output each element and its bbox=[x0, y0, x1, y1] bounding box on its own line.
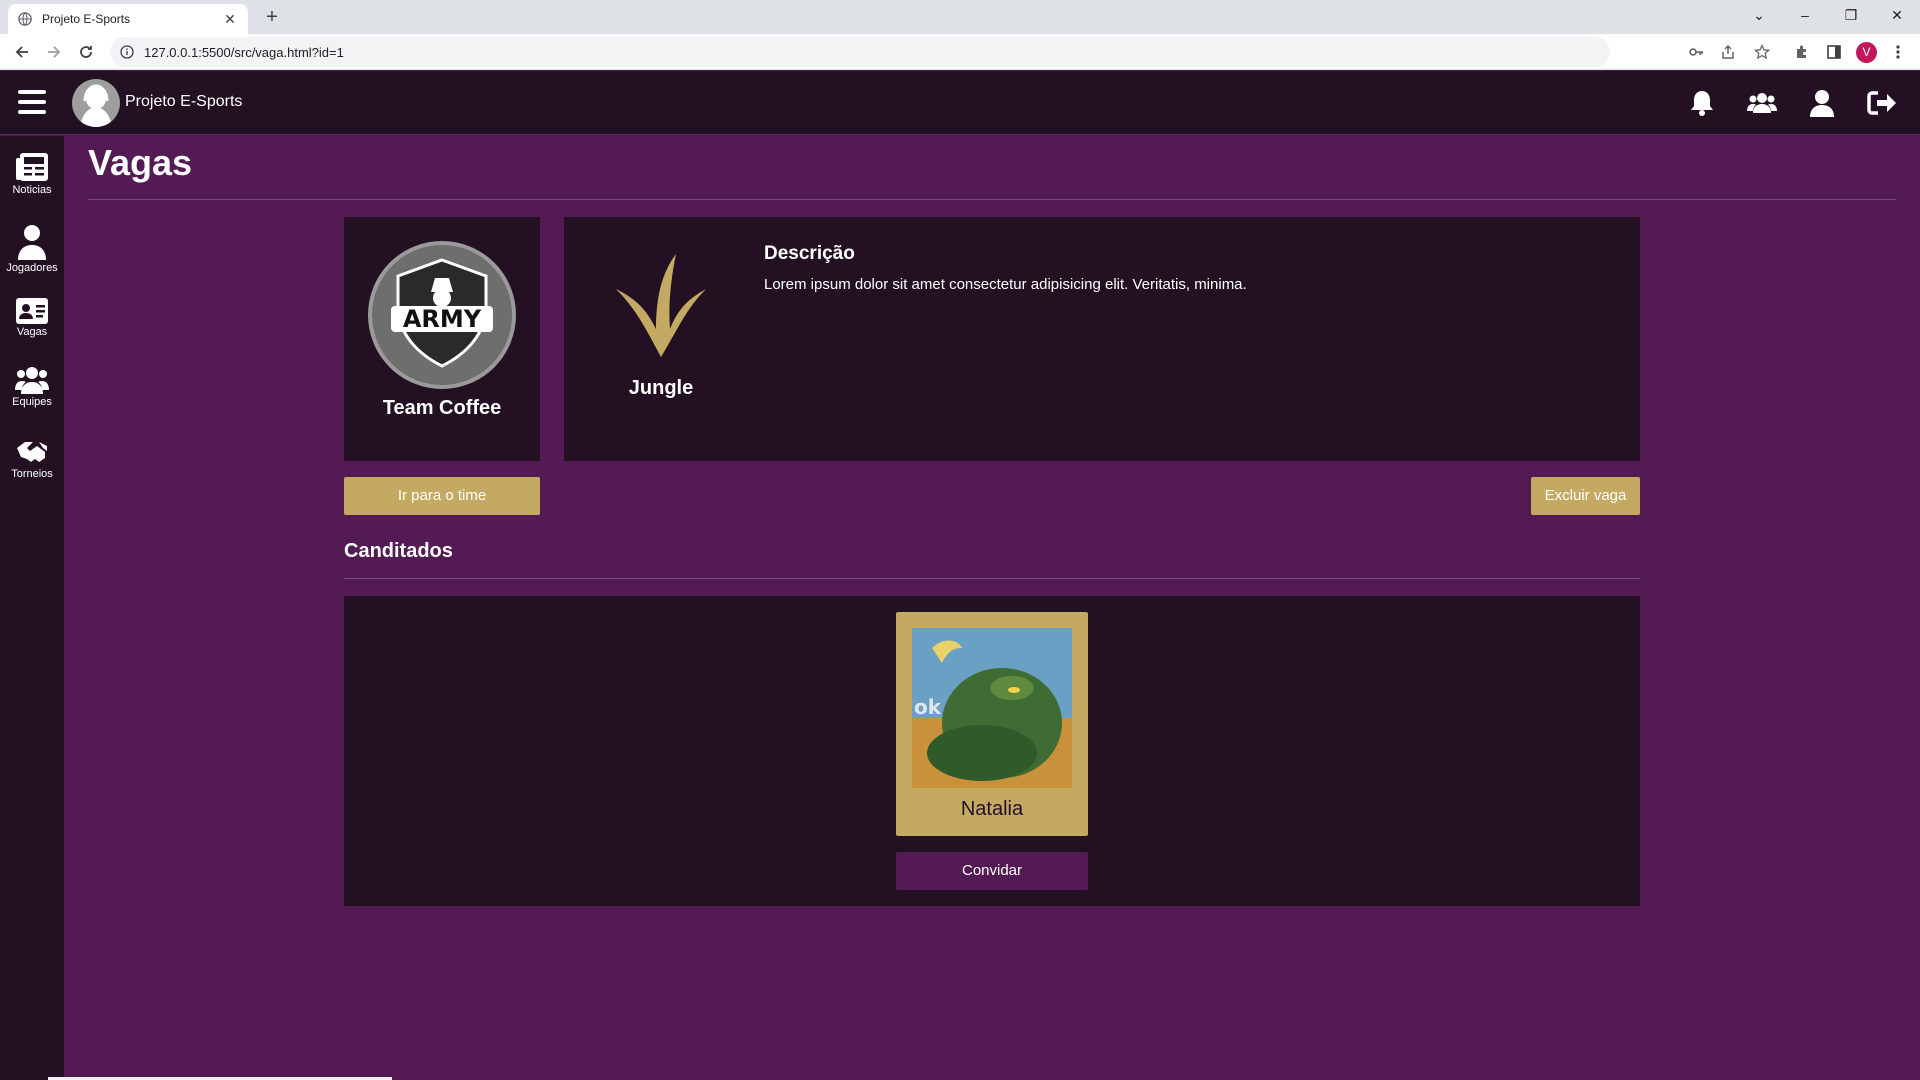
browser-menu-icon[interactable] bbox=[1886, 40, 1910, 64]
browser-toolbar: 127.0.0.1:5500/src/vaga.html?id=1 V bbox=[0, 34, 1920, 70]
url-text: 127.0.0.1:5500/src/vaga.html?id=1 bbox=[144, 44, 344, 60]
team-logo-text: ARMY bbox=[403, 305, 482, 333]
users-icon bbox=[15, 367, 49, 394]
army-shield-icon: ARMY bbox=[391, 258, 493, 368]
delete-vacancy-button[interactable]: Excluir vaga bbox=[1531, 477, 1640, 515]
team-name: Team Coffee bbox=[382, 397, 502, 419]
sidebar-item-label: Vagas bbox=[16, 326, 48, 338]
globe-icon bbox=[18, 12, 32, 26]
bell-icon[interactable] bbox=[1686, 87, 1718, 119]
menu-icon[interactable] bbox=[18, 90, 46, 116]
sidebar-item-label: Torneios bbox=[11, 468, 53, 480]
role-name: Jungle bbox=[628, 377, 694, 399]
page-title: Vagas bbox=[88, 142, 193, 183]
description-title: Descrição bbox=[764, 243, 855, 264]
side-panel-icon[interactable] bbox=[1822, 40, 1846, 64]
description-text: Lorem ipsum dolor sit amet consectetur a… bbox=[764, 276, 1247, 293]
back-icon[interactable] bbox=[10, 40, 34, 64]
app-header: Projeto E-Sports bbox=[0, 71, 1920, 135]
key-icon[interactable] bbox=[1684, 40, 1708, 64]
forward-icon[interactable] bbox=[42, 40, 66, 64]
window-close-icon[interactable]: ✕ bbox=[1874, 0, 1920, 30]
candidates-title: Canditados bbox=[344, 540, 453, 562]
bookmark-star-icon[interactable] bbox=[1750, 40, 1774, 64]
share-icon[interactable] bbox=[1716, 40, 1740, 64]
candidates-panel: ok Natalia Convidar bbox=[344, 596, 1640, 906]
users-icon[interactable] bbox=[1746, 87, 1778, 119]
brand-logo[interactable] bbox=[72, 79, 120, 127]
team-card: ARMY Team Coffee bbox=[344, 217, 540, 461]
address-bar[interactable]: 127.0.0.1:5500/src/vaga.html?id=1 bbox=[110, 37, 1610, 67]
extensions-icon[interactable] bbox=[1790, 40, 1814, 64]
sidebar-item-label: Jogadores bbox=[6, 262, 58, 274]
candidate-name: Natalia bbox=[960, 798, 1024, 820]
logout-icon[interactable] bbox=[1866, 87, 1898, 119]
divider bbox=[88, 199, 1896, 200]
sidebar-item-label: Equipes bbox=[12, 396, 52, 408]
tab-close-icon[interactable]: ✕ bbox=[222, 11, 238, 28]
profile-avatar[interactable]: V bbox=[1856, 42, 1877, 63]
profile-icon[interactable] bbox=[1806, 87, 1838, 119]
invite-button[interactable]: Convidar bbox=[896, 852, 1088, 890]
restore-icon[interactable]: ❐ bbox=[1828, 0, 1874, 30]
sidebar-item-label: Noticias bbox=[12, 184, 52, 196]
id-card-icon bbox=[16, 298, 48, 324]
sidebar-item-jogadores[interactable]: Jogadores bbox=[0, 224, 64, 274]
reload-icon[interactable] bbox=[74, 40, 98, 64]
sidebar-item-equipes[interactable]: Equipes bbox=[0, 366, 64, 408]
team-logo: ARMY bbox=[368, 241, 516, 389]
sidebar-item-vagas[interactable]: Vagas bbox=[0, 298, 64, 338]
newspaper-icon bbox=[16, 153, 48, 181]
go-to-team-button[interactable]: Ir para o time bbox=[344, 477, 540, 515]
user-icon bbox=[18, 225, 46, 260]
minimize-icon[interactable]: – bbox=[1782, 0, 1828, 30]
browser-tabstrip: Projeto E-Sports ✕ + ⌄ – ❐ ✕ bbox=[0, 0, 1920, 34]
tab-search-icon[interactable]: ⌄ bbox=[1736, 0, 1782, 30]
tab-title: Projeto E-Sports bbox=[42, 12, 131, 26]
jungle-role-icon bbox=[616, 254, 706, 357]
divider bbox=[344, 578, 1640, 579]
sidebar-item-noticias[interactable]: Noticias bbox=[0, 152, 64, 196]
candidate-image-overlay-text: ok bbox=[914, 695, 942, 719]
sidebar: Noticias Jogadores Vagas Equipes Torneio… bbox=[0, 136, 64, 1080]
candidate-avatar: ok bbox=[912, 628, 1072, 788]
role-card: Jungle Descrição Lorem ipsum dolor sit a… bbox=[564, 217, 1640, 461]
sidebar-item-torneios[interactable]: Torneios bbox=[0, 438, 64, 480]
brand-name[interactable]: Projeto E-Sports bbox=[125, 93, 242, 111]
new-tab-icon[interactable]: + bbox=[258, 4, 286, 30]
info-icon[interactable] bbox=[120, 45, 134, 59]
handshake-icon bbox=[17, 442, 47, 462]
candidate-card[interactable]: ok Natalia bbox=[896, 612, 1088, 836]
browser-tab[interactable]: Projeto E-Sports ✕ bbox=[8, 4, 248, 34]
